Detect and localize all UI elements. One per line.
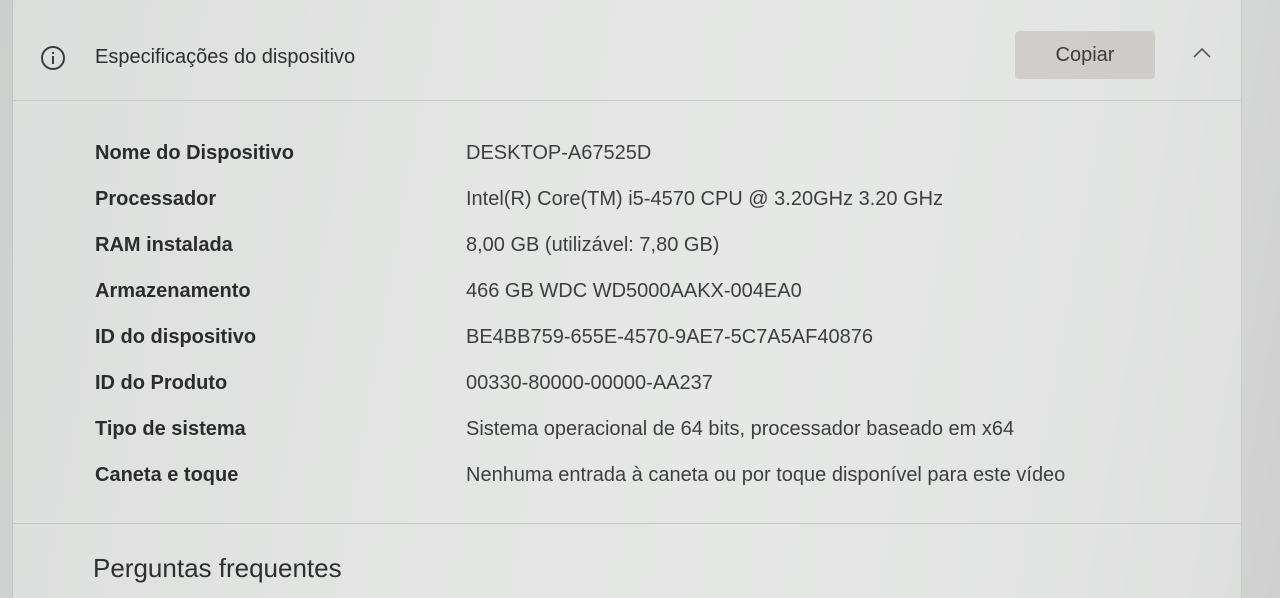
spec-row-processor: Processador Intel(R) Core(TM) i5-4570 CP… (13, 176, 1241, 216)
spec-value: Intel(R) Core(TM) i5-4570 CPU @ 3.20GHz … (466, 188, 944, 210)
info-icon (41, 46, 65, 70)
spec-value: 00330-80000-00000-AA237 (466, 372, 713, 394)
spec-row-ram: RAM instalada 8,00 GB (utilizável: 7,80 … (13, 222, 1241, 262)
spec-value: Sistema operacional de 64 bits, processa… (466, 418, 1015, 440)
spec-label: Armazenamento (95, 280, 251, 302)
spec-value: Nenhuma entrada à caneta ou por toque di… (466, 464, 1066, 486)
spec-row-product-id: ID do Produto 00330-80000-00000-AA237 (13, 360, 1241, 400)
spec-row-storage: Armazenamento 466 GB WDC WD5000AAKX-004E… (13, 268, 1241, 308)
spec-row-device-id: ID do dispositivo BE4BB759-655E-4570-9AE… (13, 314, 1241, 354)
copy-button[interactable]: Copiar (1015, 31, 1155, 79)
spec-value: 8,00 GB (utilizável: 7,80 GB) (466, 234, 720, 256)
spec-value: 466 GB WDC WD5000AAKX-004EA0 (466, 280, 802, 302)
spec-label: RAM instalada (95, 234, 233, 256)
section-divider (13, 523, 1241, 524)
device-specs-header[interactable]: Especificações do dispositivo Copiar (13, 8, 1241, 101)
device-specs-card: Especificações do dispositivo Copiar Nom… (12, 0, 1242, 598)
spec-label: Nome do Dispositivo (95, 142, 294, 164)
spec-row-device-name: Nome do Dispositivo DESKTOP-A67525D (13, 130, 1241, 170)
faq-header[interactable]: Perguntas frequentes (93, 553, 342, 584)
section-title: Especificações do dispositivo (95, 46, 356, 68)
spec-label: Tipo de sistema (95, 418, 246, 440)
spec-value: DESKTOP-A67525D (466, 142, 652, 164)
spec-value: BE4BB759-655E-4570-9AE7-5C7A5AF40876 (466, 326, 873, 348)
settings-page: Especificações do dispositivo Copiar Nom… (0, 0, 1280, 598)
spec-label: ID do Produto (95, 372, 228, 394)
spec-label: Caneta e toque (95, 464, 239, 486)
spec-label: ID do dispositivo (95, 326, 257, 348)
spec-row-system-type: Tipo de sistema Sistema operacional de 6… (13, 406, 1241, 446)
spec-row-pen-touch: Caneta e toque Nenhuma entrada à caneta … (13, 452, 1241, 492)
spec-label: Processador (95, 188, 217, 210)
chevron-up-icon[interactable] (1191, 42, 1213, 64)
